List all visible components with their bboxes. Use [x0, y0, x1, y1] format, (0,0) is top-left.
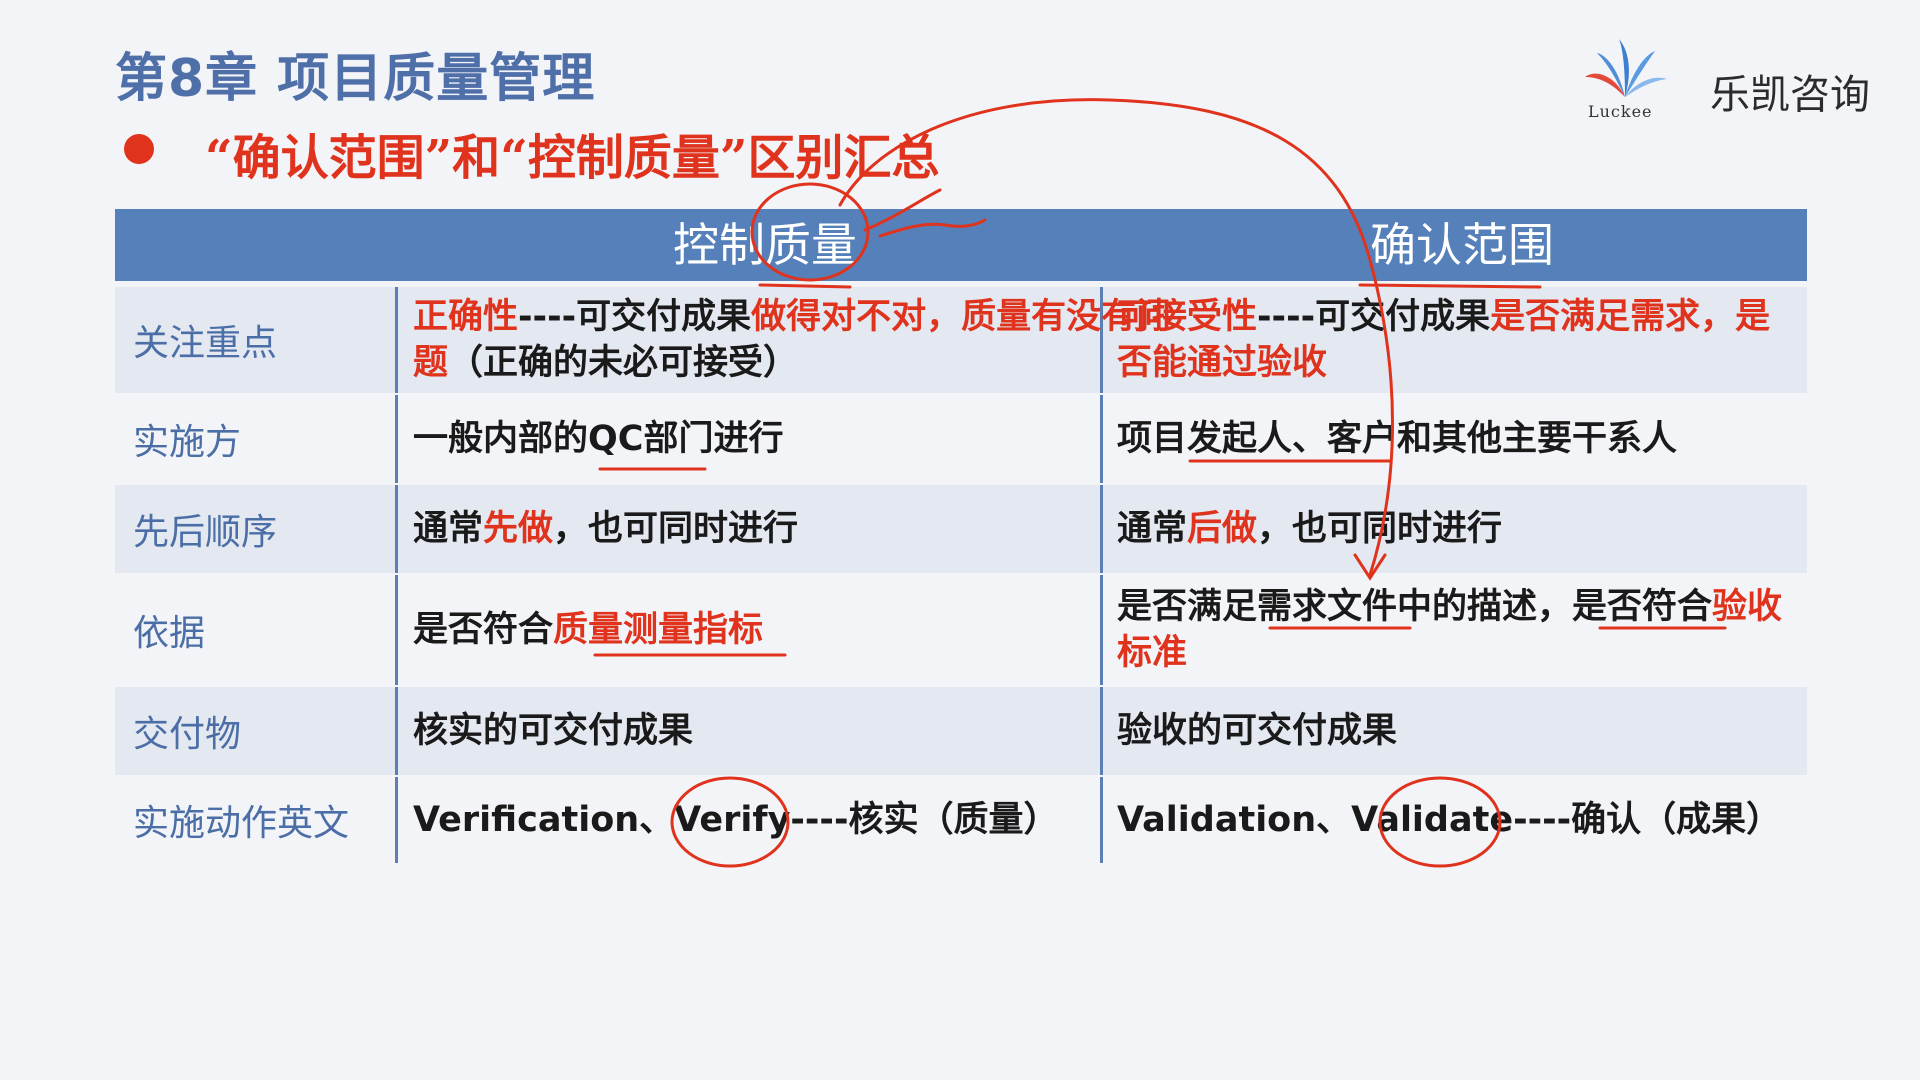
cell-control-quality: 核实的可交付成果: [413, 687, 1203, 775]
table-row: 交付物 核实的可交付成果 验收的可交付成果: [115, 687, 1807, 775]
row-label: 实施动作英文: [133, 803, 350, 844]
cell-validate-scope: 是否满足需求文件中的描述，是否符合验收标准: [1117, 575, 1797, 685]
cell-control-quality: 一般内部的QC部门进行: [413, 395, 1203, 483]
cell-control-quality: 是否符合质量测量指标: [413, 575, 1203, 685]
logo-wordmark: Luckee: [1588, 102, 1653, 121]
column-divider: [395, 575, 398, 685]
cell-text: 核实的可交付成果: [413, 711, 694, 751]
row-label: 关注重点: [133, 323, 278, 364]
bullet-dot: [124, 134, 154, 164]
cell-text: ----可交付成果: [518, 297, 752, 337]
header-validate-scope: 确认范围: [1370, 218, 1554, 272]
cell-validate-scope: Validation、Validate----确认（成果）: [1117, 777, 1797, 863]
cell-validate-scope: 通常后做，也可同时进行: [1117, 485, 1797, 573]
table-row: 实施动作英文 Verification、Verify----核实（质量） Valid…: [115, 777, 1807, 863]
header-control-quality: 控制质量: [673, 218, 857, 272]
cell-text: 通常: [413, 509, 484, 549]
highlight-text: 先做: [483, 509, 554, 549]
cell-text: （正确的未必可接受）: [448, 343, 799, 383]
table-row: 先后顺序 通常先做，也可同时进行 通常后做，也可同时进行: [115, 485, 1807, 573]
cell-validate-scope: 可接受性----可交付成果是否满足需求，是否能通过验收: [1117, 287, 1797, 393]
cell-text: 通常: [1117, 509, 1188, 549]
brand-name: 乐凯咨询: [1710, 72, 1870, 118]
column-divider: [395, 485, 398, 573]
cell-text: 是否满足需求文件中的描述，是否符合: [1117, 587, 1713, 627]
cell-text: 验收的可交付成果: [1117, 711, 1398, 751]
column-divider: [395, 287, 398, 393]
highlight-text: 质量测量指标: [553, 610, 764, 650]
cell-control-quality: 通常先做，也可同时进行: [413, 485, 1203, 573]
table-row: 依据 是否符合质量测量指标 是否满足需求文件中的描述，是否符合验收标准: [115, 575, 1807, 685]
highlight-text: 后做: [1187, 509, 1258, 549]
cell-control-quality: 正确性----可交付成果做得对不对，质量有没有问题（正确的未必可接受）: [413, 287, 1203, 393]
cell-validate-scope: 验收的可交付成果: [1117, 687, 1797, 775]
cell-text: ，也可同时进行: [553, 509, 799, 549]
cell-validate-scope: 项目发起人、客户和其他主要干系人: [1117, 395, 1797, 483]
table-row: 实施方 一般内部的QC部门进行 项目发起人、客户和其他主要干系人: [115, 395, 1807, 483]
cell-text: Verification、Verify----核实（质量）: [413, 800, 1059, 840]
highlight-text: 可接受性: [1117, 297, 1258, 337]
column-divider: [395, 777, 398, 863]
row-label: 实施方: [133, 422, 242, 463]
cell-control-quality: Verification、Verify----核实（质量）: [413, 777, 1203, 863]
table-row: 关注重点 正确性----可交付成果做得对不对，质量有没有问题（正确的未必可接受）可…: [115, 287, 1807, 393]
row-label: 依据: [133, 613, 206, 654]
row-label: 先后顺序: [133, 512, 278, 553]
table-header: 控制质量 确认范围: [115, 209, 1807, 281]
column-divider: [395, 395, 398, 483]
cell-text: 是否符合: [413, 610, 554, 650]
column-divider: [395, 687, 398, 775]
cell-text: 一般内部的QC部门进行: [413, 419, 784, 459]
slide-subtitle: “确认范围”和“控制质量”区别汇总: [205, 130, 940, 186]
chapter-title: 第8章 项目质量管理: [115, 49, 596, 109]
highlight-text: 正确性: [413, 297, 519, 337]
cell-text: Validation、Validate----确认（成果）: [1117, 800, 1782, 840]
row-label: 交付物: [133, 714, 242, 755]
cell-text: 项目发起人、客户和其他主要干系人: [1117, 419, 1678, 459]
cell-text: ----可交付成果: [1257, 297, 1491, 337]
cell-text: ，也可同时进行: [1257, 509, 1503, 549]
